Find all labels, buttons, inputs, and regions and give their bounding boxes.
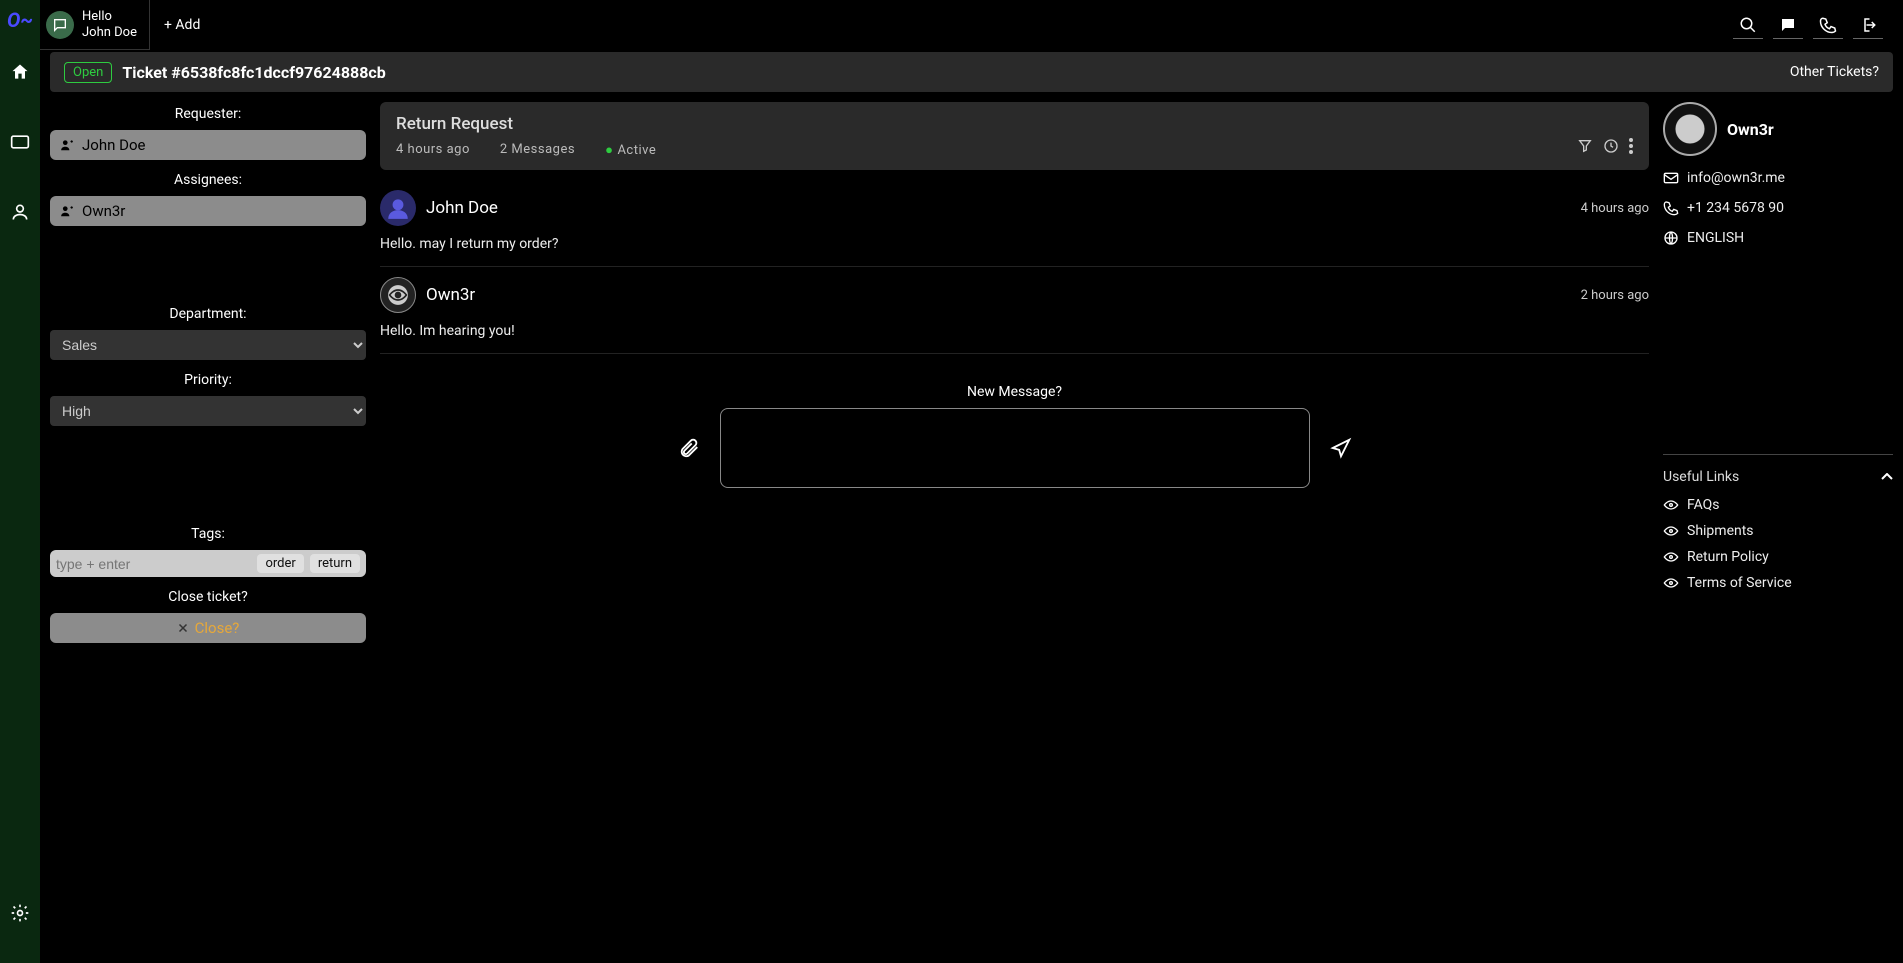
user-icon — [385, 195, 411, 221]
profile-phone-row[interactable]: +1 234 5678 90 — [1663, 200, 1893, 216]
department-select[interactable]: Sales — [50, 330, 366, 360]
useful-link-label: FAQs — [1687, 497, 1720, 513]
greeting-hello: Hello — [82, 9, 137, 25]
eye-icon — [388, 289, 408, 301]
clock-icon[interactable] — [1603, 138, 1619, 154]
message-author: Own3r — [426, 285, 475, 305]
message-author: John Doe — [426, 198, 498, 218]
user-avatar-small — [46, 11, 74, 39]
mail-icon — [1663, 171, 1679, 185]
thread-age: 4 hours ago — [396, 142, 470, 158]
profile-lang: ENGLISH — [1687, 230, 1744, 246]
message-body: Hello. Im hearing you! — [380, 323, 1649, 339]
more-icon[interactable] — [1629, 138, 1633, 154]
home-icon — [10, 62, 30, 82]
eye-icon — [1663, 499, 1679, 511]
thread-status: Active — [617, 143, 656, 158]
requester-chip[interactable]: John Doe — [50, 130, 366, 160]
nav-users[interactable] — [0, 192, 40, 232]
user-icon — [10, 202, 30, 222]
messages-button[interactable] — [1773, 11, 1803, 39]
ticket-icon — [10, 134, 30, 150]
eye-icon — [1663, 551, 1679, 563]
message-time: 4 hours ago — [1581, 201, 1649, 216]
profile-email: info@own3r.me — [1687, 170, 1785, 186]
priority-select[interactable]: High — [50, 396, 366, 426]
useful-link[interactable]: Shipments — [1663, 523, 1893, 539]
add-tab-button[interactable]: + Add — [150, 0, 214, 50]
eye-icon — [1663, 525, 1679, 537]
person-icon — [60, 204, 74, 218]
tag-pill[interactable]: return — [310, 554, 360, 573]
message-item: John Doe 4 hours ago Hello. may I return… — [380, 180, 1649, 267]
tags-input[interactable] — [56, 556, 251, 572]
requester-name: John Doe — [82, 136, 145, 154]
phone-icon — [1663, 200, 1679, 216]
nav-settings[interactable] — [0, 893, 40, 933]
ticket-header-bar: Open Ticket #6538fc8fc1dccf97624888cb Ot… — [50, 52, 1893, 92]
priority-label: Priority: — [50, 372, 366, 388]
tags-input-row[interactable]: order return — [50, 550, 366, 577]
chat-bubble-icon — [52, 17, 68, 33]
eye-icon — [1663, 577, 1679, 589]
message-item: Own3r 2 hours ago Hello. Im hearing you! — [380, 267, 1649, 354]
greeting-name: John Doe — [82, 25, 137, 41]
attachment-icon[interactable] — [678, 437, 700, 459]
logout-button[interactable] — [1853, 11, 1883, 39]
tags-label: Tags: — [50, 526, 366, 542]
profile-name: Own3r — [1727, 120, 1774, 139]
requester-label: Requester: — [50, 106, 366, 122]
compose-textarea[interactable] — [720, 408, 1310, 488]
message-icon — [1779, 16, 1797, 34]
logout-icon — [1859, 16, 1877, 34]
profile-email-row[interactable]: info@own3r.me — [1663, 170, 1893, 186]
useful-link[interactable]: Return Policy — [1663, 549, 1893, 565]
thread-header: Return Request 4 hours ago 2 Messages ● A… — [380, 102, 1649, 170]
assignee-name: Own3r — [82, 202, 125, 220]
useful-link[interactable]: Terms of Service — [1663, 575, 1893, 591]
active-dot-icon: ● — [605, 143, 613, 158]
close-ticket-label: Close ticket? — [50, 589, 366, 605]
search-button[interactable] — [1733, 11, 1763, 39]
chevron-up-icon — [1881, 473, 1893, 481]
close-button-text: Close? — [195, 619, 240, 637]
status-badge: Open — [64, 62, 112, 83]
useful-links-title: Useful Links — [1663, 469, 1739, 485]
other-tickets-link[interactable]: Other Tickets? — [1790, 64, 1879, 80]
message-time: 2 hours ago — [1581, 288, 1649, 303]
thread-count: 2 Messages — [500, 142, 575, 158]
ticket-title: Ticket #6538fc8fc1dccf97624888cb — [122, 63, 385, 82]
gear-icon — [10, 903, 30, 923]
call-button[interactable] — [1813, 11, 1843, 39]
globe-icon — [1663, 230, 1679, 246]
avatar — [380, 190, 416, 226]
department-label: Department: — [50, 306, 366, 322]
nav-tickets[interactable] — [0, 122, 40, 162]
useful-link-label: Return Policy — [1687, 549, 1769, 565]
user-tab[interactable]: Hello John Doe — [40, 0, 150, 50]
assignee-chip[interactable]: Own3r — [50, 196, 366, 226]
search-icon — [1739, 16, 1757, 34]
close-ticket-button[interactable]: Close? — [50, 613, 366, 643]
assignees-label: Assignees: — [50, 172, 366, 188]
avatar — [380, 277, 416, 313]
useful-link-label: Shipments — [1687, 523, 1754, 539]
send-icon[interactable] — [1330, 437, 1352, 459]
useful-link[interactable]: FAQs — [1663, 497, 1893, 513]
thread-title: Return Request — [396, 114, 656, 134]
close-icon — [177, 622, 189, 634]
profile-avatar — [1663, 102, 1717, 156]
app-logo[interactable]: O~ — [7, 8, 33, 32]
profile-phone: +1 234 5678 90 — [1687, 200, 1784, 216]
profile-lang-row[interactable]: ENGLISH — [1663, 230, 1893, 246]
nav-home[interactable] — [0, 52, 40, 92]
new-message-label: New Message? — [380, 384, 1649, 400]
phone-icon — [1819, 16, 1837, 34]
tag-pill[interactable]: order — [257, 554, 303, 573]
useful-link-label: Terms of Service — [1687, 575, 1792, 591]
message-body: Hello. may I return my order? — [380, 236, 1649, 252]
person-icon — [60, 138, 74, 152]
useful-links-toggle[interactable]: Useful Links — [1663, 469, 1893, 485]
filter-icon[interactable] — [1577, 138, 1593, 154]
